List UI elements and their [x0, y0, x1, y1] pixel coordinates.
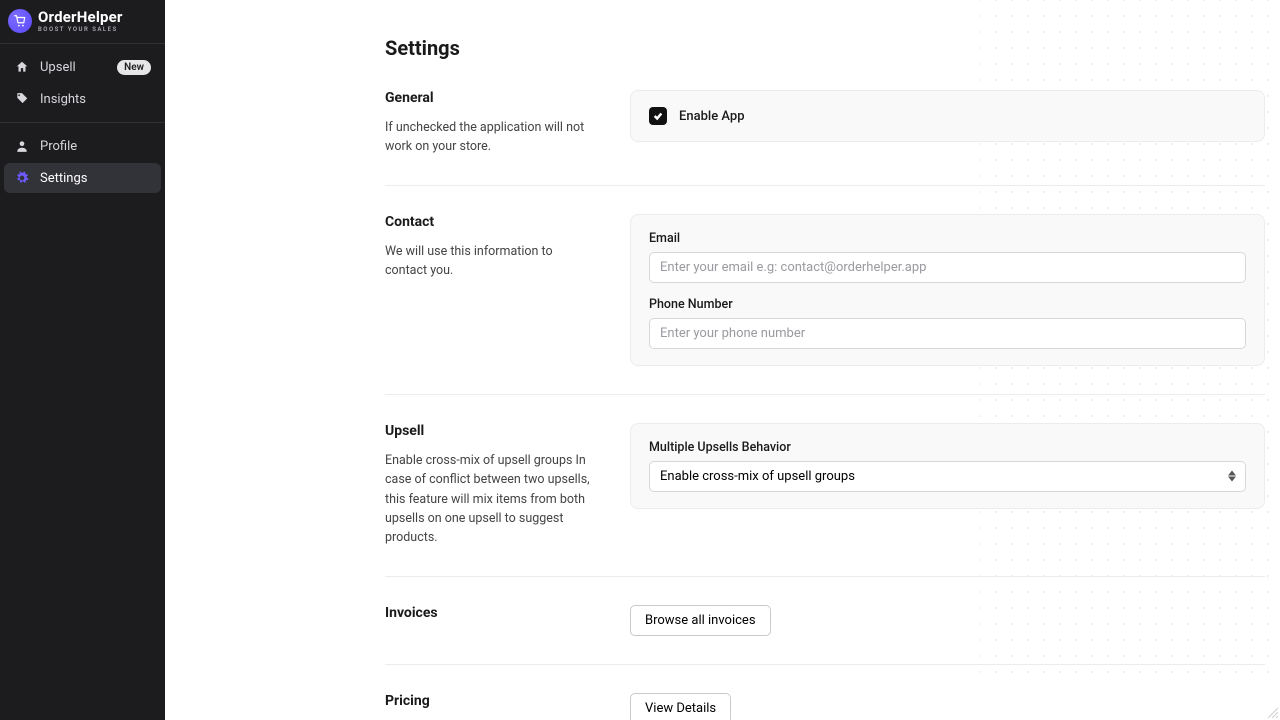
- sidebar-item-upsell[interactable]: Upsell New: [4, 52, 161, 82]
- phone-input[interactable]: [649, 318, 1246, 349]
- home-icon: [14, 59, 30, 75]
- browse-invoices-button[interactable]: Browse all invoices: [630, 605, 771, 636]
- brand: OrderHelper BOOST YOUR SALES: [0, 0, 165, 44]
- card-upsell: Multiple Upsells Behavior Enable cross-m…: [630, 423, 1265, 509]
- tag-icon: [14, 91, 30, 107]
- phone-label: Phone Number: [649, 297, 1246, 312]
- section-upsell: Upsell Enable cross-mix of upsell groups…: [385, 395, 1265, 577]
- email-input[interactable]: [649, 252, 1246, 283]
- section-desc: If unchecked the application will not wo…: [385, 118, 590, 157]
- brand-name: OrderHelper: [38, 10, 123, 25]
- section-desc: We will use this information to contact …: [385, 242, 590, 281]
- enable-app-checkbox[interactable]: [649, 107, 667, 125]
- sidebar-item-label: Insights: [40, 92, 151, 107]
- email-label: Email: [649, 231, 1246, 246]
- brand-tagline: BOOST YOUR SALES: [38, 27, 123, 33]
- view-pricing-button[interactable]: View Details: [630, 693, 731, 720]
- behavior-label: Multiple Upsells Behavior: [649, 440, 1246, 455]
- behavior-select[interactable]: Enable cross-mix of upsell groups: [649, 461, 1246, 492]
- sidebar-item-settings[interactable]: Settings: [4, 163, 161, 193]
- sidebar-item-label: Upsell: [40, 60, 107, 75]
- sidebar-item-profile[interactable]: Profile: [4, 131, 161, 161]
- main: Settings General If unchecked the applic…: [165, 0, 1280, 720]
- section-contact: Contact We will use this information to …: [385, 186, 1265, 395]
- page-title: Settings: [385, 36, 1265, 60]
- section-title: General: [385, 90, 590, 106]
- section-pricing: Pricing Get changed only when your custo…: [385, 665, 1265, 720]
- brand-logo-icon: [8, 9, 32, 33]
- badge-new: New: [117, 60, 151, 75]
- card-general: Enable App: [630, 90, 1265, 142]
- resize-grip-icon: [1266, 706, 1278, 718]
- section-title: Upsell: [385, 423, 590, 439]
- enable-app-label: Enable App: [679, 109, 745, 124]
- section-title: Invoices: [385, 605, 590, 621]
- section-desc: Enable cross-mix of upsell groups In cas…: [385, 451, 590, 548]
- user-icon: [14, 138, 30, 154]
- section-general: General If unchecked the application wil…: [385, 82, 1265, 186]
- sidebar-item-label: Settings: [40, 171, 151, 186]
- nav-group-account: Profile Settings: [0, 122, 165, 201]
- section-invoices: Invoices Browse all invoices: [385, 577, 1265, 665]
- sidebar-item-insights[interactable]: Insights: [4, 84, 161, 114]
- gear-icon: [14, 170, 30, 186]
- section-title: Contact: [385, 214, 590, 230]
- card-contact: Email Phone Number: [630, 214, 1265, 366]
- sidebar: OrderHelper BOOST YOUR SALES Upsell New …: [0, 0, 165, 720]
- nav-group-main: Upsell New Insights: [0, 44, 165, 122]
- section-title: Pricing: [385, 693, 590, 709]
- sidebar-item-label: Profile: [40, 139, 151, 154]
